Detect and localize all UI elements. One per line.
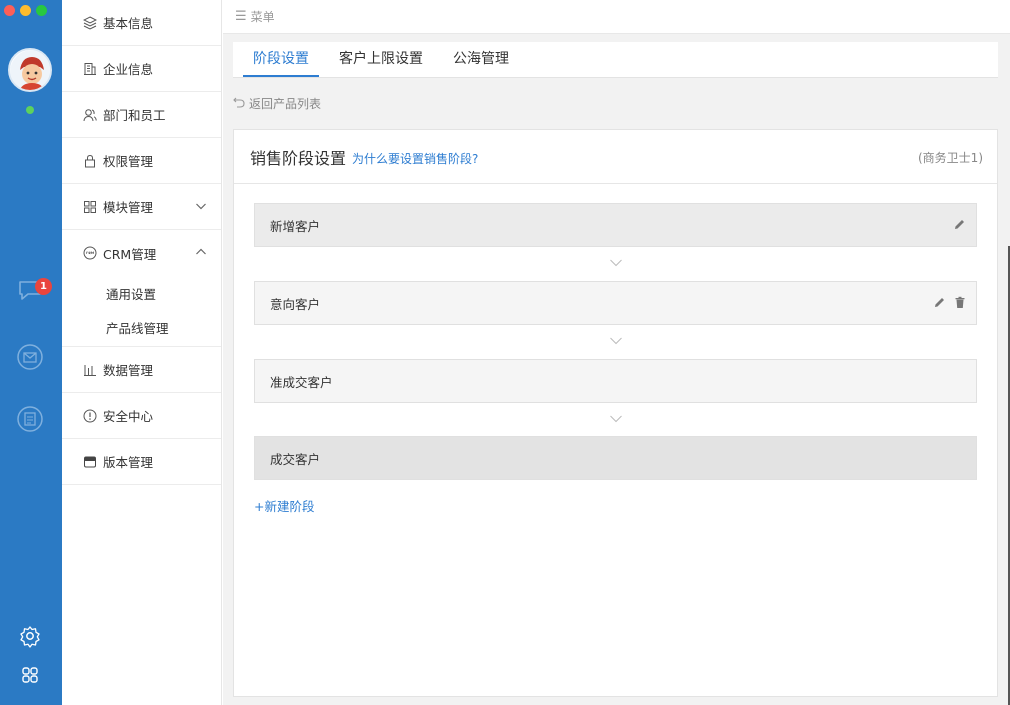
menu-item-crm[interactable]: CRM管理 (62, 230, 221, 276)
chevron-down-icon (609, 257, 623, 271)
online-status-dot (26, 106, 34, 114)
settings-icon[interactable] (16, 622, 44, 650)
menu-item-label: 模块管理 (103, 200, 154, 215)
sales-stage-panel: 销售阶段设置 为什么要设置销售阶段? (商务卫士1) 新增客户 意向客户 准成交… (233, 129, 998, 697)
menu-item-label: 部门和员工 (103, 108, 166, 123)
avatar[interactable] (8, 48, 52, 92)
new-stage-button[interactable]: +新建阶段 (254, 496, 314, 515)
document-icon[interactable] (16, 405, 44, 433)
submenu-item-general-settings[interactable]: 通用设置 (62, 276, 221, 310)
apps-grid-icon[interactable] (16, 661, 44, 689)
chevron-down-icon (195, 200, 207, 215)
chevron-down-icon (609, 335, 623, 349)
menu-item-security[interactable]: 安全中心 (62, 393, 221, 439)
back-label: 返回产品列表 (249, 97, 322, 111)
stage-item[interactable]: 新增客户 (254, 203, 977, 247)
edit-icon[interactable] (953, 218, 966, 234)
menu-item-label: 版本管理 (103, 455, 154, 470)
stage-item[interactable]: 准成交客户 (254, 359, 977, 403)
building-icon (83, 62, 97, 76)
edit-icon[interactable] (933, 296, 946, 312)
chevron-up-icon (195, 246, 207, 261)
users-icon (83, 108, 97, 122)
company-tag: (商务卫士1) (918, 151, 983, 165)
submenu-item-product-lines[interactable]: 产品线管理 (62, 310, 221, 344)
stage-item[interactable]: 意向客户 (254, 281, 977, 325)
crm-icon (83, 246, 97, 260)
back-to-products-link[interactable]: 返回产品列表 (233, 95, 321, 112)
menu-item-basic-info[interactable]: 基本信息 (62, 0, 221, 46)
minimize-window-button[interactable] (20, 5, 31, 16)
window-controls (4, 5, 47, 16)
menu-bar-label: 菜单 (250, 10, 275, 24)
close-window-button[interactable] (4, 5, 15, 16)
bar-chart-icon (83, 363, 97, 377)
crm-submenu: 通用设置 产品线管理 (62, 276, 221, 347)
menu-item-version[interactable]: 版本管理 (62, 439, 221, 485)
stage-name: 意向客户 (270, 296, 321, 312)
trash-icon[interactable] (954, 296, 966, 312)
menu-item-company-info[interactable]: 企业信息 (62, 46, 221, 92)
mail-icon[interactable] (16, 343, 44, 371)
tab-bar: 阶段设置 客户上限设置 公海管理 (233, 42, 998, 78)
stage-name: 成交客户 (270, 451, 321, 467)
layers-icon (82, 15, 98, 30)
stage-item[interactable]: 成交客户 (254, 436, 977, 480)
menu-item-modules[interactable]: 模块管理 (62, 184, 221, 230)
panel-header: 销售阶段设置 为什么要设置销售阶段? (商务卫士1) (234, 130, 997, 184)
menu-item-label: 权限管理 (103, 154, 154, 169)
tab-customer-limit[interactable]: 客户上限设置 (329, 42, 433, 77)
chevron-down-icon (609, 413, 623, 427)
menu-item-label: CRM管理 (103, 246, 157, 262)
modules-icon (83, 200, 97, 214)
menu-item-permissions[interactable]: 权限管理 (62, 138, 221, 184)
undo-arrow-icon (233, 96, 245, 111)
settings-menu: 基本信息 企业信息 部门和员工 权限管理 模块管理 CRM管理 通用设置 产品线… (62, 0, 222, 705)
chat-badge: 1 (35, 278, 52, 295)
tab-public-pool[interactable]: 公海管理 (443, 42, 519, 77)
app-rail: 1 (0, 0, 62, 705)
menu-item-data[interactable]: 数据管理 (62, 347, 221, 393)
main-content: ☰ 菜单 阶段设置 客户上限设置 公海管理 返回产品列表 销售阶段设置 为什么要… (223, 0, 1010, 705)
menu-item-label: 企业信息 (103, 62, 154, 77)
hamburger-icon: ☰ (235, 9, 247, 24)
maximize-window-button[interactable] (36, 5, 47, 16)
tab-stage-settings[interactable]: 阶段设置 (243, 42, 319, 77)
menu-item-departments[interactable]: 部门和员工 (62, 92, 221, 138)
menu-bar[interactable]: ☰ 菜单 (223, 0, 1010, 34)
lock-icon (83, 154, 97, 168)
menu-item-label: 安全中心 (103, 409, 154, 424)
stage-name: 准成交客户 (270, 374, 333, 390)
why-stages-link[interactable]: 为什么要设置销售阶段? (352, 150, 478, 167)
alert-circle-icon (83, 409, 97, 423)
menu-item-label: 数据管理 (103, 363, 154, 378)
menu-item-label: 基本信息 (103, 16, 154, 31)
page-title: 销售阶段设置 (250, 148, 347, 168)
version-icon (83, 455, 97, 469)
stage-name: 新增客户 (270, 218, 321, 234)
